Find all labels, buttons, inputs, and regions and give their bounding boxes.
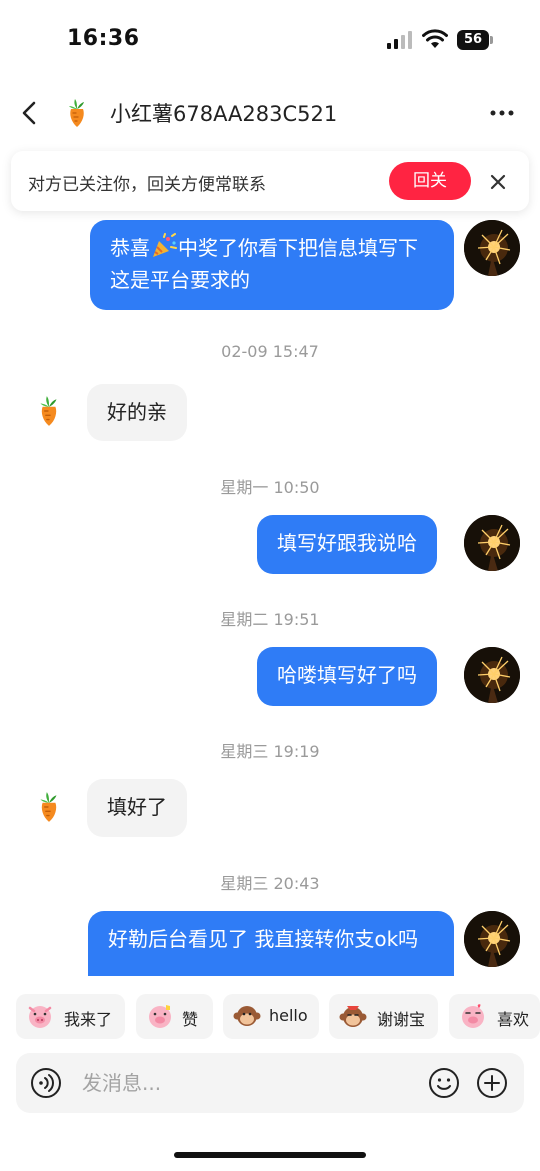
voice-icon[interactable] [30,1067,62,1099]
quick-reply-label: hello [269,1006,308,1025]
carrot-icon[interactable] [33,788,65,826]
monkey-thanks-emoji [339,1006,367,1027]
sparkler-photo [464,647,520,703]
carrot-icon[interactable] [33,392,65,430]
monkey-hello-emoji [233,1006,261,1026]
avatar-self[interactable] [464,911,520,967]
battery-level: 56 [457,30,489,50]
quick-reply-label: 谢谢宝 [377,1010,426,1029]
message-bubble-outgoing[interactable]: 好勒后台看见了 我直接转你支ok吗 [88,911,454,976]
wifi-icon [422,29,448,48]
message-bubble-outgoing[interactable]: 填写好跟我说哈 [257,515,437,574]
quick-reply-chip[interactable]: 喜欢 [449,994,540,1039]
avatar-self[interactable] [464,647,520,703]
message-timestamp: 星期三 20:43 [220,874,320,893]
more-dots-icon[interactable] [488,101,516,125]
quick-reply-label: 赞 [182,1010,199,1029]
avatar-self[interactable] [464,220,520,276]
quick-reply-bar: 我来了 赞 hello 谢谢宝 喜欢 [16,994,540,1040]
quick-reply-chip[interactable]: 谢谢宝 [329,994,438,1039]
message-timestamp: 星期二 19:51 [220,610,320,629]
message-timestamp: 星期一 10:50 [220,478,320,497]
pig-thumbs-up-emoji [149,1005,171,1028]
sparkler-photo [464,911,520,967]
status-time: 16:36 [67,26,140,51]
message-timestamp: 星期三 19:19 [220,742,320,761]
message-timestamp: 02-09 15:47 [221,342,319,361]
quick-reply-chip[interactable]: 赞 [136,994,213,1039]
status-bar: 16:36 56 [0,0,540,80]
cellular-signal-icon [387,31,412,49]
avatar-self[interactable] [464,515,520,571]
quick-reply-chip[interactable]: 我来了 [16,994,125,1039]
plus-icon[interactable] [476,1067,508,1099]
party-popper-icon [153,233,177,257]
close-icon[interactable] [487,171,509,193]
emoji-icon[interactable] [428,1067,460,1099]
battery-icon: 56 [457,30,493,50]
chevron-left-icon[interactable] [18,99,42,127]
follow-banner-text: 对方已关注你，回关方便常联系 [28,175,266,195]
carrot-icon[interactable] [62,97,92,129]
quick-reply-label: 喜欢 [497,1010,530,1029]
pig-love-emoji [462,1004,484,1028]
chat-title: 小红薯678AA283C521 [110,102,338,126]
message-bubble-outgoing[interactable]: 哈喽填写好了吗 [257,647,437,706]
message-bubble-incoming[interactable]: 填好了 [87,779,187,837]
follow-back-button[interactable]: 回关 [389,162,471,200]
quick-reply-chip[interactable]: hello [223,994,319,1039]
message-bubble-outgoing[interactable]: 恭喜 中奖了你看下把信息填写下这是平台要求的 [90,220,454,310]
sparkler-photo [464,515,520,571]
home-indicator[interactable] [174,1152,366,1158]
message-list[interactable]: 恭喜 中奖了你看下把信息填写下这是平台要求的 02-09 15:47 好的亲 星… [0,212,540,976]
quick-reply-label: 我来了 [64,1010,113,1029]
message-bubble-incoming[interactable]: 好的亲 [87,384,187,441]
follow-back-banner: 对方已关注你，回关方便常联系 回关 [11,151,529,211]
sparkler-photo [464,220,520,276]
pig-wave-emoji [28,1006,52,1028]
message-input[interactable] [82,1063,412,1103]
message-composer [16,1053,524,1113]
chat-header: 小红薯678AA283C521 [0,85,540,140]
